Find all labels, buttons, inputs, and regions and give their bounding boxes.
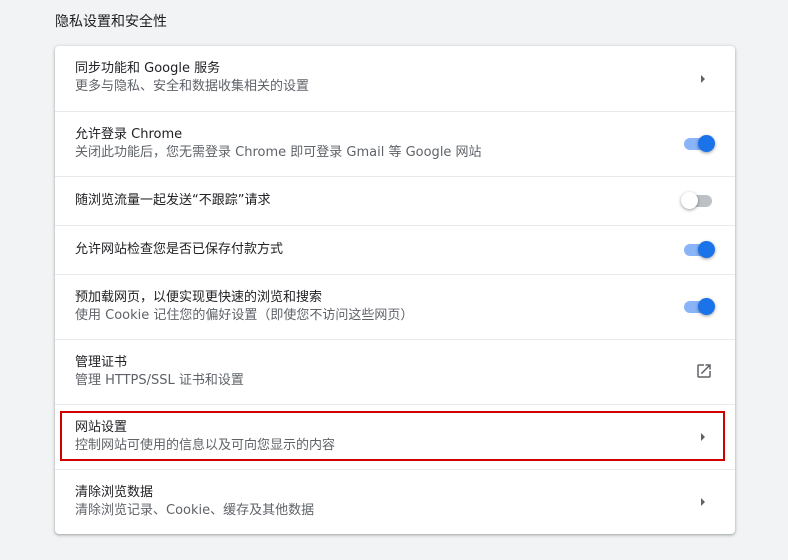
row-payment-methods-check[interactable]: 允许网站检查您是否已保存付款方式 bbox=[55, 225, 735, 274]
row-sublabel: 更多与隐私、安全和数据收集相关的设置 bbox=[75, 79, 310, 94]
row-do-not-track[interactable]: 随浏览流量一起发送“不跟踪”请求 bbox=[55, 176, 735, 225]
row-label: 网站设置 bbox=[75, 420, 128, 435]
row-allow-chrome-signin[interactable]: 允许登录 Chrome 关闭此功能后，您无需登录 Chrome 即可登录 Gma… bbox=[55, 111, 735, 176]
row-label: 管理证书 bbox=[75, 355, 128, 370]
row-label: 同步功能和 Google 服务 bbox=[75, 61, 221, 76]
chevron-right-icon[interactable] bbox=[693, 69, 713, 89]
payment-methods-check-toggle[interactable] bbox=[681, 241, 715, 258]
row-site-settings[interactable]: 网站设置 控制网站可使用的信息以及可向您显示的内容 bbox=[55, 404, 735, 469]
chevron-right-icon[interactable] bbox=[693, 492, 713, 512]
do-not-track-toggle[interactable] bbox=[681, 192, 715, 209]
row-manage-certificates[interactable]: 管理证书 管理 HTTPS/SSL 证书和设置 bbox=[55, 339, 735, 404]
open-in-new-icon[interactable] bbox=[695, 362, 715, 382]
privacy-settings-card: 同步功能和 Google 服务 更多与隐私、安全和数据收集相关的设置 允许登录 … bbox=[55, 46, 735, 534]
row-sublabel: 控制网站可使用的信息以及可向您显示的内容 bbox=[75, 438, 336, 453]
chevron-right-icon[interactable] bbox=[693, 427, 713, 447]
row-label: 允许网站检查您是否已保存付款方式 bbox=[75, 242, 284, 257]
allow-chrome-signin-toggle[interactable] bbox=[681, 135, 715, 152]
row-sublabel: 使用 Cookie 记住您的偏好设置（即使您不访问这些网页） bbox=[75, 308, 414, 323]
row-sublabel: 关闭此功能后，您无需登录 Chrome 即可登录 Gmail 等 Google … bbox=[75, 145, 482, 160]
section-title: 隐私设置和安全性 bbox=[55, 14, 167, 30]
preload-pages-toggle[interactable] bbox=[681, 298, 715, 315]
row-preload-pages[interactable]: 预加载网页，以便实现更快速的浏览和搜索 使用 Cookie 记住您的偏好设置（即… bbox=[55, 274, 735, 339]
row-label: 清除浏览数据 bbox=[75, 485, 154, 500]
row-sublabel: 管理 HTTPS/SSL 证书和设置 bbox=[75, 373, 244, 388]
row-sync-google-services[interactable]: 同步功能和 Google 服务 更多与隐私、安全和数据收集相关的设置 bbox=[55, 46, 735, 111]
row-sublabel: 清除浏览记录、Cookie、缓存及其他数据 bbox=[75, 503, 315, 518]
row-label: 随浏览流量一起发送“不跟踪”请求 bbox=[75, 193, 271, 208]
row-label: 允许登录 Chrome bbox=[75, 127, 183, 142]
row-label: 预加载网页，以便实现更快速的浏览和搜索 bbox=[75, 290, 323, 305]
row-clear-browsing-data[interactable]: 清除浏览数据 清除浏览记录、Cookie、缓存及其他数据 bbox=[55, 469, 735, 534]
